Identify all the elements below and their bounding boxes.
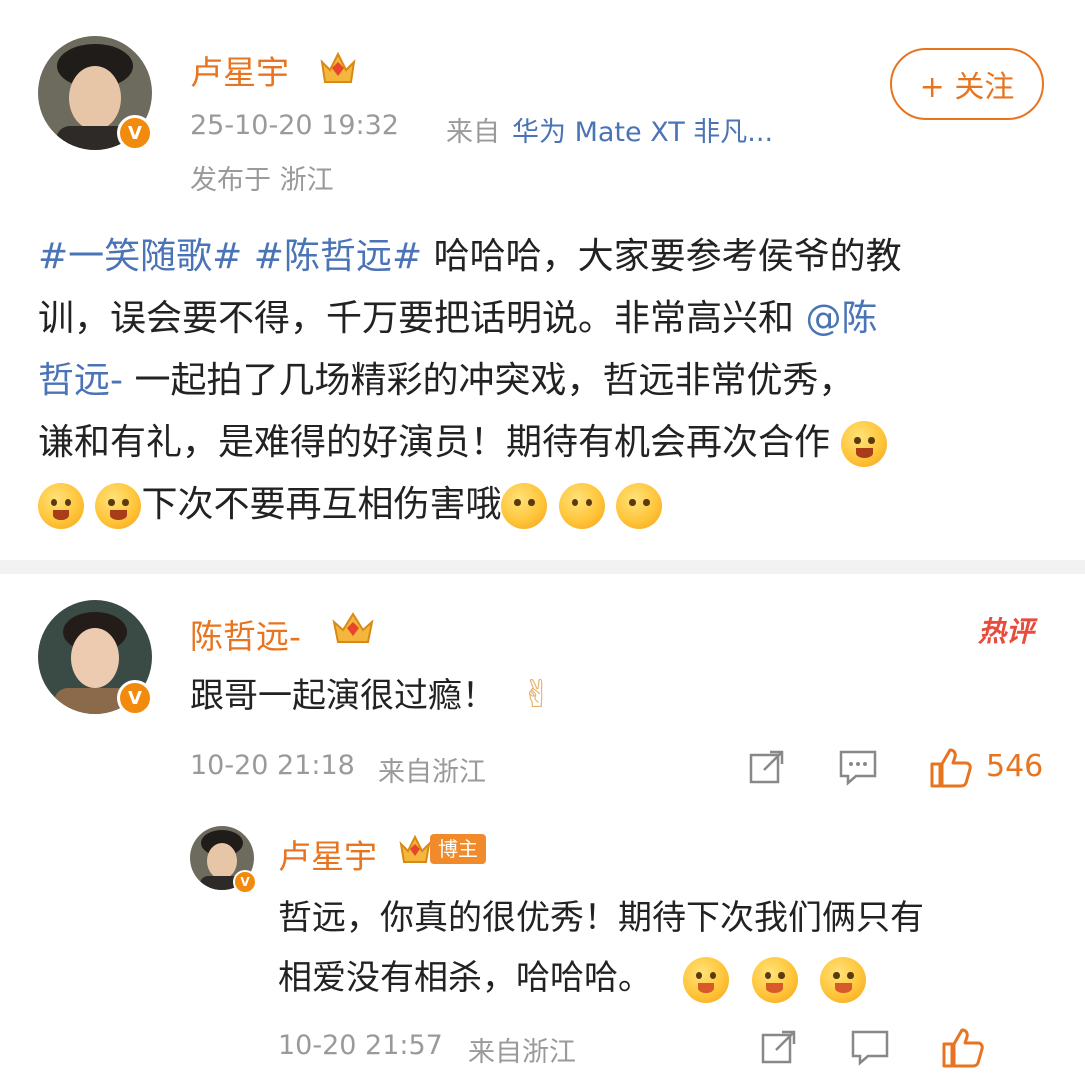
giggle-emoji-icon <box>501 483 548 529</box>
post-text-4: 谦和有礼，是难得的好演员！期待有机会再次合作 <box>38 422 831 463</box>
topic-tag-1[interactable]: #一笑随歌# <box>38 236 242 277</box>
post-line-2: 训，误会要不得，千万要把话明说。非常高兴和 @陈 <box>38 288 1048 350</box>
section-divider <box>0 560 1085 574</box>
surprised-emoji-icon <box>841 421 888 467</box>
reply-time: 10-20 21:57 <box>278 1030 443 1061</box>
share-icon[interactable] <box>748 748 786 786</box>
comment-text: 跟哥一起演很过瘾！ ✌ <box>190 668 553 717</box>
post-source-device[interactable]: 华为 Mate XT 非凡... <box>512 110 773 149</box>
post-line-1: #一笑随歌# #陈哲远# 哈哈哈，大家要参考侯爷的教 <box>38 226 1048 288</box>
post-line-3: 哲远- 一起拍了几场精彩的冲突戏，哲远非常优秀， <box>38 350 1048 412</box>
victory-hand-icon: ✌ <box>520 672 553 716</box>
post-line-5: 下次不要再互相伤害哦 <box>38 474 1048 536</box>
giggle-emoji-icon <box>558 483 605 529</box>
crown-level-icon <box>398 832 432 866</box>
reply-text: 哲远，你真的很优秀！期待下次我们俩只有 相爱没有相杀，哈哈哈。 <box>278 888 924 1008</box>
verified-icon: V <box>117 115 153 151</box>
reply-location: 来自浙江 <box>468 1037 576 1068</box>
comment-icon[interactable] <box>850 1028 890 1066</box>
mention-link-part1[interactable]: @陈 <box>805 298 877 339</box>
post-text-1: 哈哈哈，大家要参考侯爷的教 <box>422 236 902 277</box>
comment-time: 10-20 21:18 <box>190 750 355 781</box>
comment-text-content: 跟哥一起演很过瘾！ <box>190 676 496 716</box>
topic-tag-2[interactable]: #陈哲远# <box>254 236 422 277</box>
author-name[interactable]: 卢星宇 <box>190 46 289 94</box>
giggle-emoji-icon <box>616 483 663 529</box>
verified-icon: V <box>117 680 153 716</box>
follow-button[interactable]: + 关注 <box>890 48 1044 120</box>
crown-level-icon <box>330 608 376 648</box>
post-line-4: 谦和有礼，是难得的好演员！期待有机会再次合作 <box>38 412 1048 474</box>
share-icon[interactable] <box>760 1028 798 1066</box>
comment-location: 来自浙江 <box>378 757 486 788</box>
reply-line-1: 哲远，你真的很优秀！期待下次我们俩只有 <box>278 898 924 938</box>
like-icon[interactable] <box>940 1026 984 1068</box>
hot-comment-badge: 热评 <box>978 615 1035 648</box>
post-text-3: 一起拍了几场精彩的冲突戏，哲远非常优秀， <box>123 360 855 401</box>
smile-emoji-icon <box>751 956 798 1003</box>
comment-icon[interactable] <box>838 748 878 786</box>
smile-emoji-icon <box>820 956 867 1003</box>
post-text-5: 下次不要再互相伤害哦 <box>141 484 502 525</box>
reply-author-name[interactable]: 卢星宇 <box>278 830 377 878</box>
blogger-badge: 博主 <box>430 834 486 864</box>
follow-button-label: + 关注 <box>919 70 1015 105</box>
surprised-emoji-icon <box>95 483 142 529</box>
crown-level-icon <box>318 48 358 86</box>
surprised-emoji-icon <box>38 483 84 529</box>
reply-line-2-text: 相爱没有相杀，哈哈哈。 <box>278 958 652 998</box>
commenter-name[interactable]: 陈哲远- <box>190 610 301 658</box>
like-icon[interactable] <box>928 746 972 788</box>
reply-line-2: 相爱没有相杀，哈哈哈。 <box>278 948 924 1008</box>
smile-emoji-icon <box>682 956 729 1003</box>
post-body: #一笑随歌# #陈哲远# 哈哈哈，大家要参考侯爷的教 训，误会要不得，千万要把话… <box>38 226 1048 536</box>
post-time: 25-10-20 19:32 <box>190 110 399 141</box>
post-location: 发布于 浙江 <box>190 165 334 196</box>
mention-link-part2[interactable]: 哲远- <box>38 360 123 401</box>
verified-icon: V <box>233 870 257 894</box>
post-source-prefix: 来自 <box>446 117 500 148</box>
post-text-2: 训，误会要不得，千万要把话明说。非常高兴和 <box>38 298 806 339</box>
like-count: 546 <box>986 749 1044 784</box>
